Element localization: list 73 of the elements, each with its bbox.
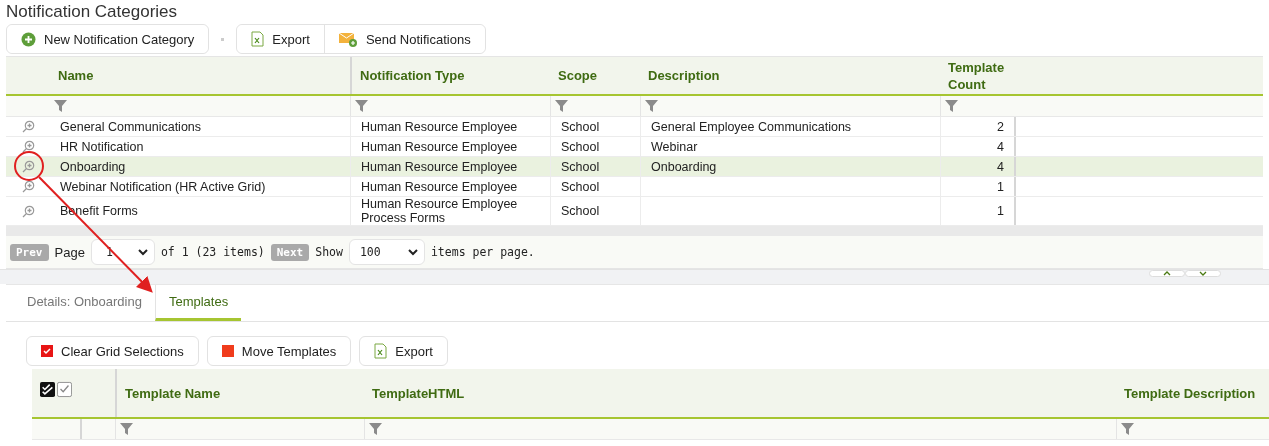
spreadsheet-icon xyxy=(374,343,388,359)
column-header[interactable]: Template Description xyxy=(1116,369,1269,417)
table-cell: General Employee Communications xyxy=(640,117,940,136)
table-cell: Human Resource Employee xyxy=(350,177,550,196)
table-cell: 1 xyxy=(940,177,1014,196)
toolbar-button[interactable]: Export xyxy=(359,336,448,366)
collapse-up-button[interactable] xyxy=(1149,270,1185,277)
table-cell: Human Resource Employee xyxy=(350,137,550,156)
checkbox-icon xyxy=(41,345,53,357)
table-cell-text: HR Notification xyxy=(59,138,145,156)
tab[interactable]: Templates xyxy=(154,285,242,321)
table-cell: Human Resource Employee xyxy=(350,117,550,136)
scrollbar[interactable] xyxy=(6,226,1263,236)
column-header[interactable]: Notification Type xyxy=(350,57,550,94)
table-cell-text: Onboarding xyxy=(59,158,127,176)
toolbar-button[interactable]: Move Templates xyxy=(206,336,352,366)
square-icon xyxy=(221,345,234,357)
table-cell: 2 xyxy=(940,117,1014,136)
column-header[interactable]: Name xyxy=(50,57,350,94)
chevron-down-icon xyxy=(1199,271,1207,276)
column-header[interactable]: Template Name xyxy=(115,369,364,417)
show-label: Show xyxy=(315,245,343,259)
table-cell: Human Resource Employee Process Forms xyxy=(350,197,550,225)
table-cell: Human Resource Employee xyxy=(350,157,550,176)
filter-icon[interactable] xyxy=(120,423,133,435)
filter-icon[interactable] xyxy=(945,100,958,112)
table-cell: Onboarding xyxy=(640,157,940,176)
table-cell-text: Webinar Notification (HR Active Grid) xyxy=(59,178,267,196)
tab[interactable]: Details: Onboarding xyxy=(14,285,155,321)
table-cell: School xyxy=(550,117,640,136)
filter-icon[interactable] xyxy=(54,100,67,112)
toolbar-button[interactable]: Clear Grid Selections xyxy=(26,336,199,366)
table-cell: School xyxy=(550,137,640,156)
zoom-in-icon[interactable] xyxy=(21,120,35,133)
table-cell: School xyxy=(550,177,640,196)
filter-icon[interactable] xyxy=(369,423,382,435)
table-row[interactable]: HR Notification Human Resource Employee School Webinar 4 xyxy=(6,137,1263,157)
highlight-circle xyxy=(14,151,44,181)
zoom-in-icon[interactable] xyxy=(21,160,35,173)
table-row[interactable]: Onboarding Human Resource Employee School Onboarding 4 xyxy=(6,157,1263,177)
select-all-icon[interactable] xyxy=(40,381,55,398)
page-title: Notification Categories xyxy=(5,1,179,22)
zoom-in-icon[interactable] xyxy=(21,180,35,193)
table-cell: Webinar xyxy=(640,137,940,156)
table-row[interactable]: Webinar Notification (HR Active Grid) Human Resource Employee School 1 xyxy=(6,177,1263,197)
column-header[interactable]: Scope xyxy=(550,57,640,94)
filter-icon[interactable] xyxy=(355,100,368,112)
table-row[interactable]: General Communications Human Resource Employee School General Employee Communications 2 xyxy=(6,117,1263,137)
plus-circle-icon xyxy=(21,31,36,47)
column-header[interactable]: TemplateHTML xyxy=(364,369,1116,417)
table-cell: School xyxy=(550,197,640,225)
zoom-in-icon[interactable] xyxy=(21,204,35,218)
chevron-up-icon xyxy=(1163,271,1171,276)
filter-icon[interactable] xyxy=(555,100,568,112)
envelope-plus-icon xyxy=(338,31,358,47)
table-cell: 1 xyxy=(940,197,1014,225)
page-label: Page xyxy=(54,244,85,260)
page-count-text: of 1 (23 items) xyxy=(160,245,265,259)
spreadsheet-icon xyxy=(251,31,265,47)
column-header[interactable]: Description xyxy=(640,57,940,94)
filter-icon[interactable] xyxy=(645,100,658,112)
filter-icon[interactable] xyxy=(1121,423,1134,435)
table-cell: 4 xyxy=(940,137,1014,156)
chevron-down-icon xyxy=(137,248,148,256)
page-size-label: items per page. xyxy=(430,245,535,259)
collapse-down-button[interactable] xyxy=(1185,270,1221,277)
page-size-select[interactable]: 100 xyxy=(348,239,425,265)
zoom-in-icon[interactable] xyxy=(21,140,35,153)
table-cell: 4 xyxy=(940,157,1014,176)
chevron-down-icon xyxy=(407,248,418,256)
column-header[interactable]: Template Count xyxy=(940,57,1014,94)
table-cell: School xyxy=(550,157,640,176)
table-cell-text: General Communications xyxy=(59,118,203,136)
